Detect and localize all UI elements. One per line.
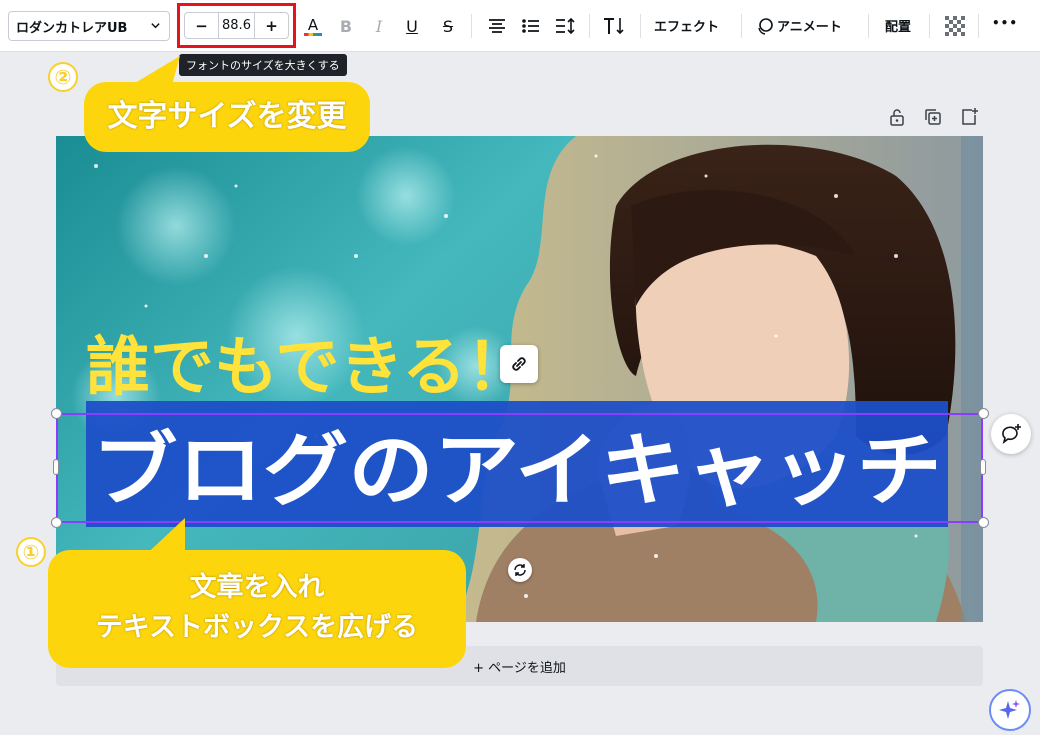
link-button[interactable]: [500, 345, 538, 383]
toolbar-divider: [978, 14, 979, 38]
resize-handle[interactable]: [51, 517, 62, 528]
bold-icon[interactable]: B: [333, 13, 359, 39]
font-size-input[interactable]: 88.6: [218, 13, 255, 38]
strikethrough-icon[interactable]: S: [435, 13, 461, 39]
callout-text-box: 文章を入れ テキストボックスを広げる: [48, 550, 466, 668]
decrease-font-size-button[interactable]: −: [185, 13, 218, 38]
align-center-icon[interactable]: [484, 13, 510, 39]
text-selection-frame[interactable]: [56, 413, 983, 523]
rotate-icon: [514, 564, 526, 576]
callout-1-line-1: 文章を入れ: [189, 572, 325, 603]
step-2-marker: ②: [48, 62, 78, 92]
toolbar-divider: [471, 14, 472, 38]
transparency-icon[interactable]: [942, 13, 968, 39]
editor-toolbar: ロダンカトレアUB − 88.6 + A B I U S エフェクト アニメート…: [0, 0, 1040, 52]
add-page-icon[interactable]: [958, 106, 980, 128]
toolbar-divider: [640, 14, 641, 38]
rotate-button[interactable]: [508, 558, 532, 582]
spacing-icon[interactable]: [552, 13, 578, 39]
lock-icon[interactable]: [886, 106, 908, 128]
toolbar-divider: [868, 14, 869, 38]
animate-button[interactable]: アニメート: [777, 16, 842, 35]
callout-font-size: 文字サイズを変更: [84, 82, 370, 152]
font-family-select[interactable]: ロダンカトレアUB: [8, 11, 170, 41]
side-resize-handle[interactable]: [980, 459, 986, 475]
title-line-1: 誰でもできる！: [86, 331, 530, 405]
vertical-text-icon[interactable]: [601, 13, 627, 39]
animate-icon: [754, 13, 776, 39]
text-color-icon[interactable]: A: [300, 13, 326, 39]
toolbar-divider: [589, 14, 590, 38]
step-1-marker: ①: [16, 537, 46, 567]
duplicate-page-icon[interactable]: [922, 106, 944, 128]
magic-assistant-button[interactable]: [989, 689, 1031, 731]
font-size-highlight: − 88.6 +: [177, 3, 296, 48]
resize-handle[interactable]: [978, 517, 989, 528]
resize-handle[interactable]: [51, 408, 62, 419]
underline-icon[interactable]: U: [399, 13, 425, 39]
tooltip: フォントのサイズを大きくする: [179, 54, 347, 76]
font-family-value: ロダンカトレアUB: [16, 20, 128, 36]
callout-1-line-2: テキストボックスを広げる: [95, 612, 419, 643]
resize-handle[interactable]: [978, 408, 989, 419]
font-size-stepper[interactable]: − 88.6 +: [184, 12, 289, 39]
side-resize-handle[interactable]: [53, 459, 59, 475]
toolbar-divider: [929, 14, 930, 38]
more-options-button[interactable]: •••: [992, 16, 1018, 30]
chevron-down-icon: [151, 23, 160, 29]
italic-icon[interactable]: I: [366, 13, 392, 39]
effects-button[interactable]: エフェクト: [654, 16, 719, 35]
toolbar-divider: [741, 14, 742, 38]
increase-font-size-button[interactable]: +: [255, 13, 288, 38]
svg-text:A: A: [308, 16, 319, 34]
add-comment-button[interactable]: [991, 414, 1031, 454]
comment-icon: [1002, 424, 1021, 444]
position-button[interactable]: 配置: [885, 16, 911, 35]
link-icon: [512, 357, 526, 371]
list-icon[interactable]: [518, 13, 544, 39]
sparkle-icon: [999, 700, 1020, 719]
